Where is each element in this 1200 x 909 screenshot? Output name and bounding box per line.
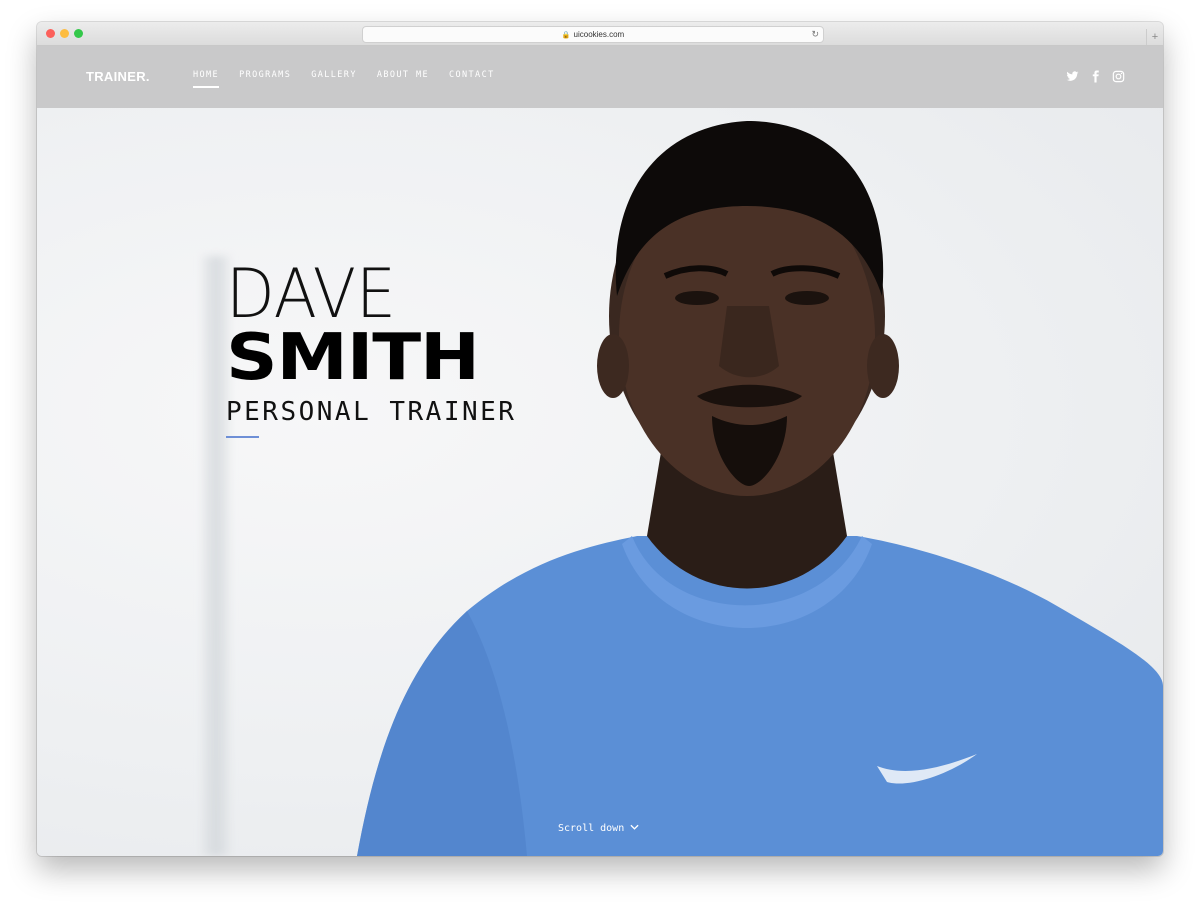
site-logo[interactable]: TRAINER.	[86, 69, 150, 84]
hero-role: PERSONAL TRAINER	[226, 397, 517, 427]
browser-window: 🔒 uicookies.com ↻ + TRAINER. HOME PROGRA…	[37, 22, 1163, 856]
reload-icon[interactable]: ↻	[811, 27, 819, 42]
nav-item-programs[interactable]: PROGRAMS	[239, 70, 291, 88]
browser-titlebar: 🔒 uicookies.com ↻ +	[37, 22, 1163, 46]
main-nav: HOME PROGRAMS GALLERY ABOUT ME CONTACT	[193, 70, 495, 88]
twitter-icon[interactable]	[1066, 70, 1079, 83]
web-page: TRAINER. HOME PROGRAMS GALLERY ABOUT ME …	[37, 46, 1163, 856]
nav-item-about-me[interactable]: ABOUT ME	[377, 70, 429, 88]
lock-icon: 🔒	[561, 32, 571, 39]
nav-item-gallery[interactable]: GALLERY	[311, 70, 357, 88]
hero-trainer-photo	[357, 121, 1163, 856]
address-bar[interactable]: 🔒 uicookies.com ↻	[362, 26, 824, 43]
facebook-icon[interactable]	[1089, 70, 1102, 83]
social-links	[1066, 70, 1125, 83]
close-window-button[interactable]	[46, 29, 55, 38]
instagram-icon[interactable]	[1112, 70, 1125, 83]
scroll-down-label: Scroll down	[558, 823, 625, 834]
minimize-window-button[interactable]	[60, 29, 69, 38]
maximize-window-button[interactable]	[74, 29, 83, 38]
scroll-down-link[interactable]: Scroll down	[558, 823, 639, 834]
hero-headline: DAVE SMITH PERSONAL TRAINER	[226, 255, 517, 438]
site-header: TRAINER. HOME PROGRAMS GALLERY ABOUT ME …	[37, 46, 1163, 108]
plus-icon[interactable]: +	[1146, 29, 1163, 45]
nav-item-contact[interactable]: CONTACT	[449, 70, 495, 88]
nav-item-home[interactable]: HOME	[193, 70, 220, 88]
chevron-down-icon	[630, 823, 639, 834]
url-text: uicookies.com	[573, 30, 625, 39]
hero-first-name: DAVE	[226, 255, 397, 334]
accent-divider	[226, 436, 259, 438]
hero-last-name: SMITH	[226, 321, 480, 395]
